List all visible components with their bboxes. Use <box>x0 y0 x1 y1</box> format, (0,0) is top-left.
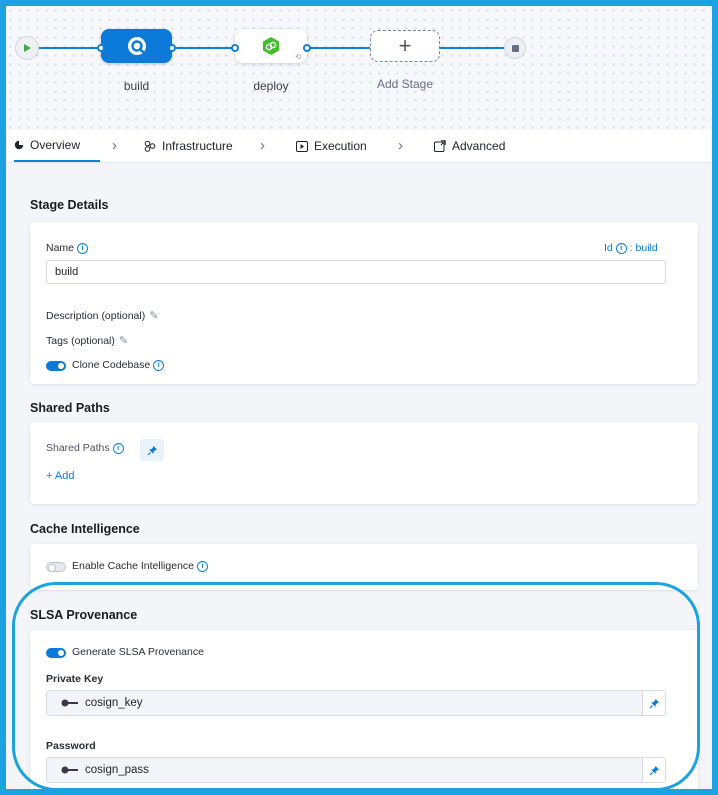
tab-execution[interactable]: Execution <box>296 130 367 162</box>
link-icon: ⟲ <box>295 54 301 61</box>
section-title-shared-paths: Shared Paths <box>30 401 110 415</box>
connector-line <box>440 47 504 49</box>
chevron-right-icon: › <box>112 137 117 154</box>
deploy-stage-icon <box>263 37 279 55</box>
pin-icon <box>147 445 157 455</box>
execution-icon <box>296 140 308 152</box>
stage-details-card: Name i Id i : build build Description (opt… <box>30 222 698 384</box>
key-icon <box>61 766 78 774</box>
password-label: Password <box>46 740 96 752</box>
clone-codebase-label: Clone Codebase i <box>72 359 165 371</box>
name-label: Name i <box>46 242 89 254</box>
add-shared-path-link[interactable]: + Add <box>46 470 74 482</box>
name-label-text: Name <box>46 242 75 254</box>
pin-button[interactable] <box>140 439 164 461</box>
stage-port <box>97 44 105 52</box>
info-icon[interactable]: i <box>153 360 165 371</box>
stage-port <box>231 44 239 52</box>
pipeline-end-node <box>504 37 526 59</box>
section-title-slsa-provenance: SLSA Provenance <box>30 608 138 622</box>
connector-line <box>307 47 370 49</box>
chevron-right-icon: › <box>398 137 403 154</box>
clone-codebase-toggle[interactable] <box>46 361 66 371</box>
tab-overview[interactable]: Overview <box>14 130 101 162</box>
section-title-cache-intelligence: Cache Intelligence <box>30 522 140 536</box>
cache-intelligence-toggle[interactable] <box>46 562 66 572</box>
private-key-label: Private Key <box>46 673 104 685</box>
id-value: : build <box>629 242 658 254</box>
pin-icon <box>649 698 659 708</box>
stage-tabs: Overview › Infrastructure › Execution › … <box>6 130 712 163</box>
shared-paths-card: Shared Paths i + Add <box>30 422 698 504</box>
stage-label-build: build <box>123 79 150 93</box>
stage-id: Id i : build <box>604 242 658 254</box>
tab-label: Overview <box>30 138 81 152</box>
description-label: Description (optional) <box>46 310 146 322</box>
overview-icon <box>14 140 24 150</box>
advanced-icon <box>434 140 446 152</box>
tab-advanced[interactable]: Advanced <box>434 130 505 162</box>
connector-line <box>39 47 101 49</box>
pipeline-canvas: ⟲ + build deploy Add Stage <box>6 6 712 130</box>
stage-node-build[interactable] <box>101 29 172 63</box>
cache-intelligence-label: Enable Cache Intelligence i <box>72 560 209 572</box>
tags-label: Tags (optional) <box>46 335 115 347</box>
info-icon[interactable]: i <box>77 243 89 254</box>
info-icon[interactable]: i <box>112 443 124 454</box>
slsa-toggle[interactable] <box>46 648 66 658</box>
private-key-input[interactable]: cosign_key <box>46 690 666 716</box>
stage-editor: ⟲ + build deploy Add Stage Overview › In… <box>6 6 712 789</box>
play-icon <box>24 44 31 52</box>
key-icon <box>61 699 78 707</box>
stop-icon <box>511 44 519 52</box>
clone-codebase-text: Clone Codebase <box>72 359 151 371</box>
password-value: cosign_pass <box>85 764 149 776</box>
pipeline-start-node <box>15 36 39 60</box>
shared-paths-label: Shared Paths i <box>46 442 124 454</box>
section-title-stage-details: Stage Details <box>30 198 109 212</box>
password-input[interactable]: cosign_pass <box>46 757 666 783</box>
description-field[interactable]: Description (optional) ✎ <box>46 309 158 322</box>
shared-paths-text: Shared Paths <box>46 442 110 454</box>
tab-label: Advanced <box>452 139 506 153</box>
stage-port <box>168 44 176 52</box>
add-stage-button[interactable]: + <box>370 30 440 62</box>
stage-name-input[interactable]: build <box>46 260 666 284</box>
slsa-provenance-card: Generate SLSA Provenance Private Key cos… <box>30 630 698 789</box>
id-label: Id <box>604 242 613 254</box>
plus-icon: + <box>398 33 412 58</box>
tab-label: Execution <box>314 139 367 153</box>
stage-label-deploy: deploy <box>253 79 289 93</box>
add-stage-label: Add Stage <box>376 77 434 91</box>
pin-icon <box>649 765 659 775</box>
connector-line <box>172 47 235 49</box>
stage-node-deploy[interactable]: ⟲ <box>235 29 307 63</box>
pencil-icon[interactable]: ✎ <box>119 335 128 347</box>
tags-field[interactable]: Tags (optional) ✎ <box>46 334 128 347</box>
infrastructure-icon <box>144 140 156 152</box>
chevron-right-icon: › <box>260 137 265 154</box>
pin-button[interactable] <box>642 758 665 782</box>
tab-infrastructure[interactable]: Infrastructure <box>144 130 233 162</box>
info-icon[interactable]: i <box>615 243 627 254</box>
cache-intelligence-text: Enable Cache Intelligence <box>72 560 195 572</box>
build-stage-icon <box>127 37 146 55</box>
private-key-value: cosign_key <box>85 697 143 709</box>
tab-label: Infrastructure <box>162 139 233 153</box>
pin-button[interactable] <box>642 691 665 715</box>
pencil-icon[interactable]: ✎ <box>149 310 158 322</box>
cache-intelligence-card: Enable Cache Intelligence i <box>30 544 698 590</box>
info-icon[interactable]: i <box>197 561 209 572</box>
stage-port <box>303 44 311 52</box>
slsa-toggle-label: Generate SLSA Provenance <box>72 646 204 658</box>
